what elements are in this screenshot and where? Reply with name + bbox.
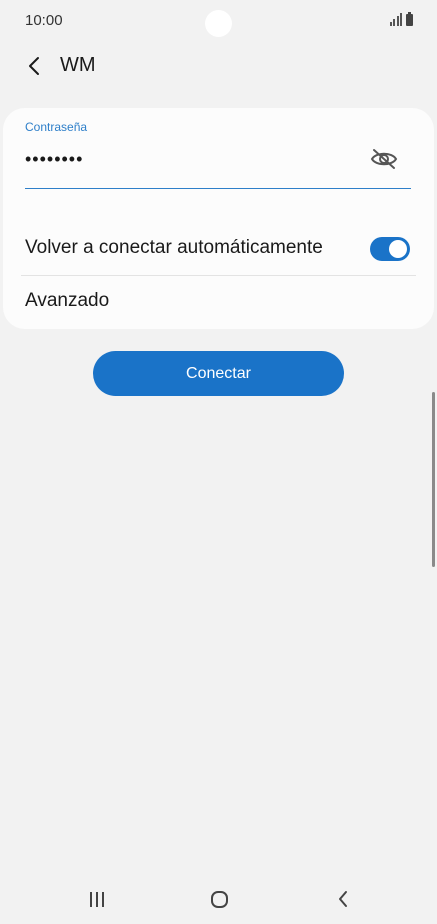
- status-icons: [389, 12, 413, 26]
- eye-off-icon: [370, 149, 398, 169]
- toggle-password-visibility-button[interactable]: [369, 145, 399, 173]
- camera-cutout: [205, 10, 232, 37]
- navigation-bar: [0, 876, 437, 924]
- back-icon: [339, 891, 347, 907]
- back-button[interactable]: [20, 52, 48, 80]
- home-button[interactable]: [208, 889, 230, 909]
- signal-icon: [389, 13, 402, 26]
- battery-icon: [406, 12, 413, 26]
- auto-reconnect-toggle[interactable]: [370, 237, 410, 261]
- nav-back-button[interactable]: [332, 888, 354, 910]
- network-settings-card: Contraseña •••••••• Volver a conectar au…: [3, 108, 434, 329]
- connect-button[interactable]: Conectar: [93, 351, 344, 396]
- page-title: WM: [60, 54, 96, 76]
- advanced-row[interactable]: Avanzado: [3, 278, 434, 326]
- recents-button[interactable]: [86, 888, 108, 910]
- chevron-left-icon: [29, 57, 39, 75]
- home-icon: [210, 890, 228, 908]
- password-label: Contraseña: [25, 120, 88, 134]
- recents-icon: [90, 891, 92, 907]
- advanced-label: Avanzado: [25, 290, 110, 311]
- status-time: 10:00: [25, 12, 63, 29]
- scrollbar[interactable]: [432, 392, 435, 567]
- toggle-knob: [389, 240, 407, 258]
- password-underline: [25, 188, 411, 189]
- auto-reconnect-row[interactable]: Volver a conectar automáticamente: [3, 224, 434, 276]
- password-input[interactable]: ••••••••: [25, 144, 325, 174]
- app-header: WM: [0, 44, 437, 88]
- divider: [21, 275, 416, 276]
- status-bar: 10:00: [0, 0, 437, 44]
- auto-reconnect-label: Volver a conectar automáticamente: [25, 237, 323, 258]
